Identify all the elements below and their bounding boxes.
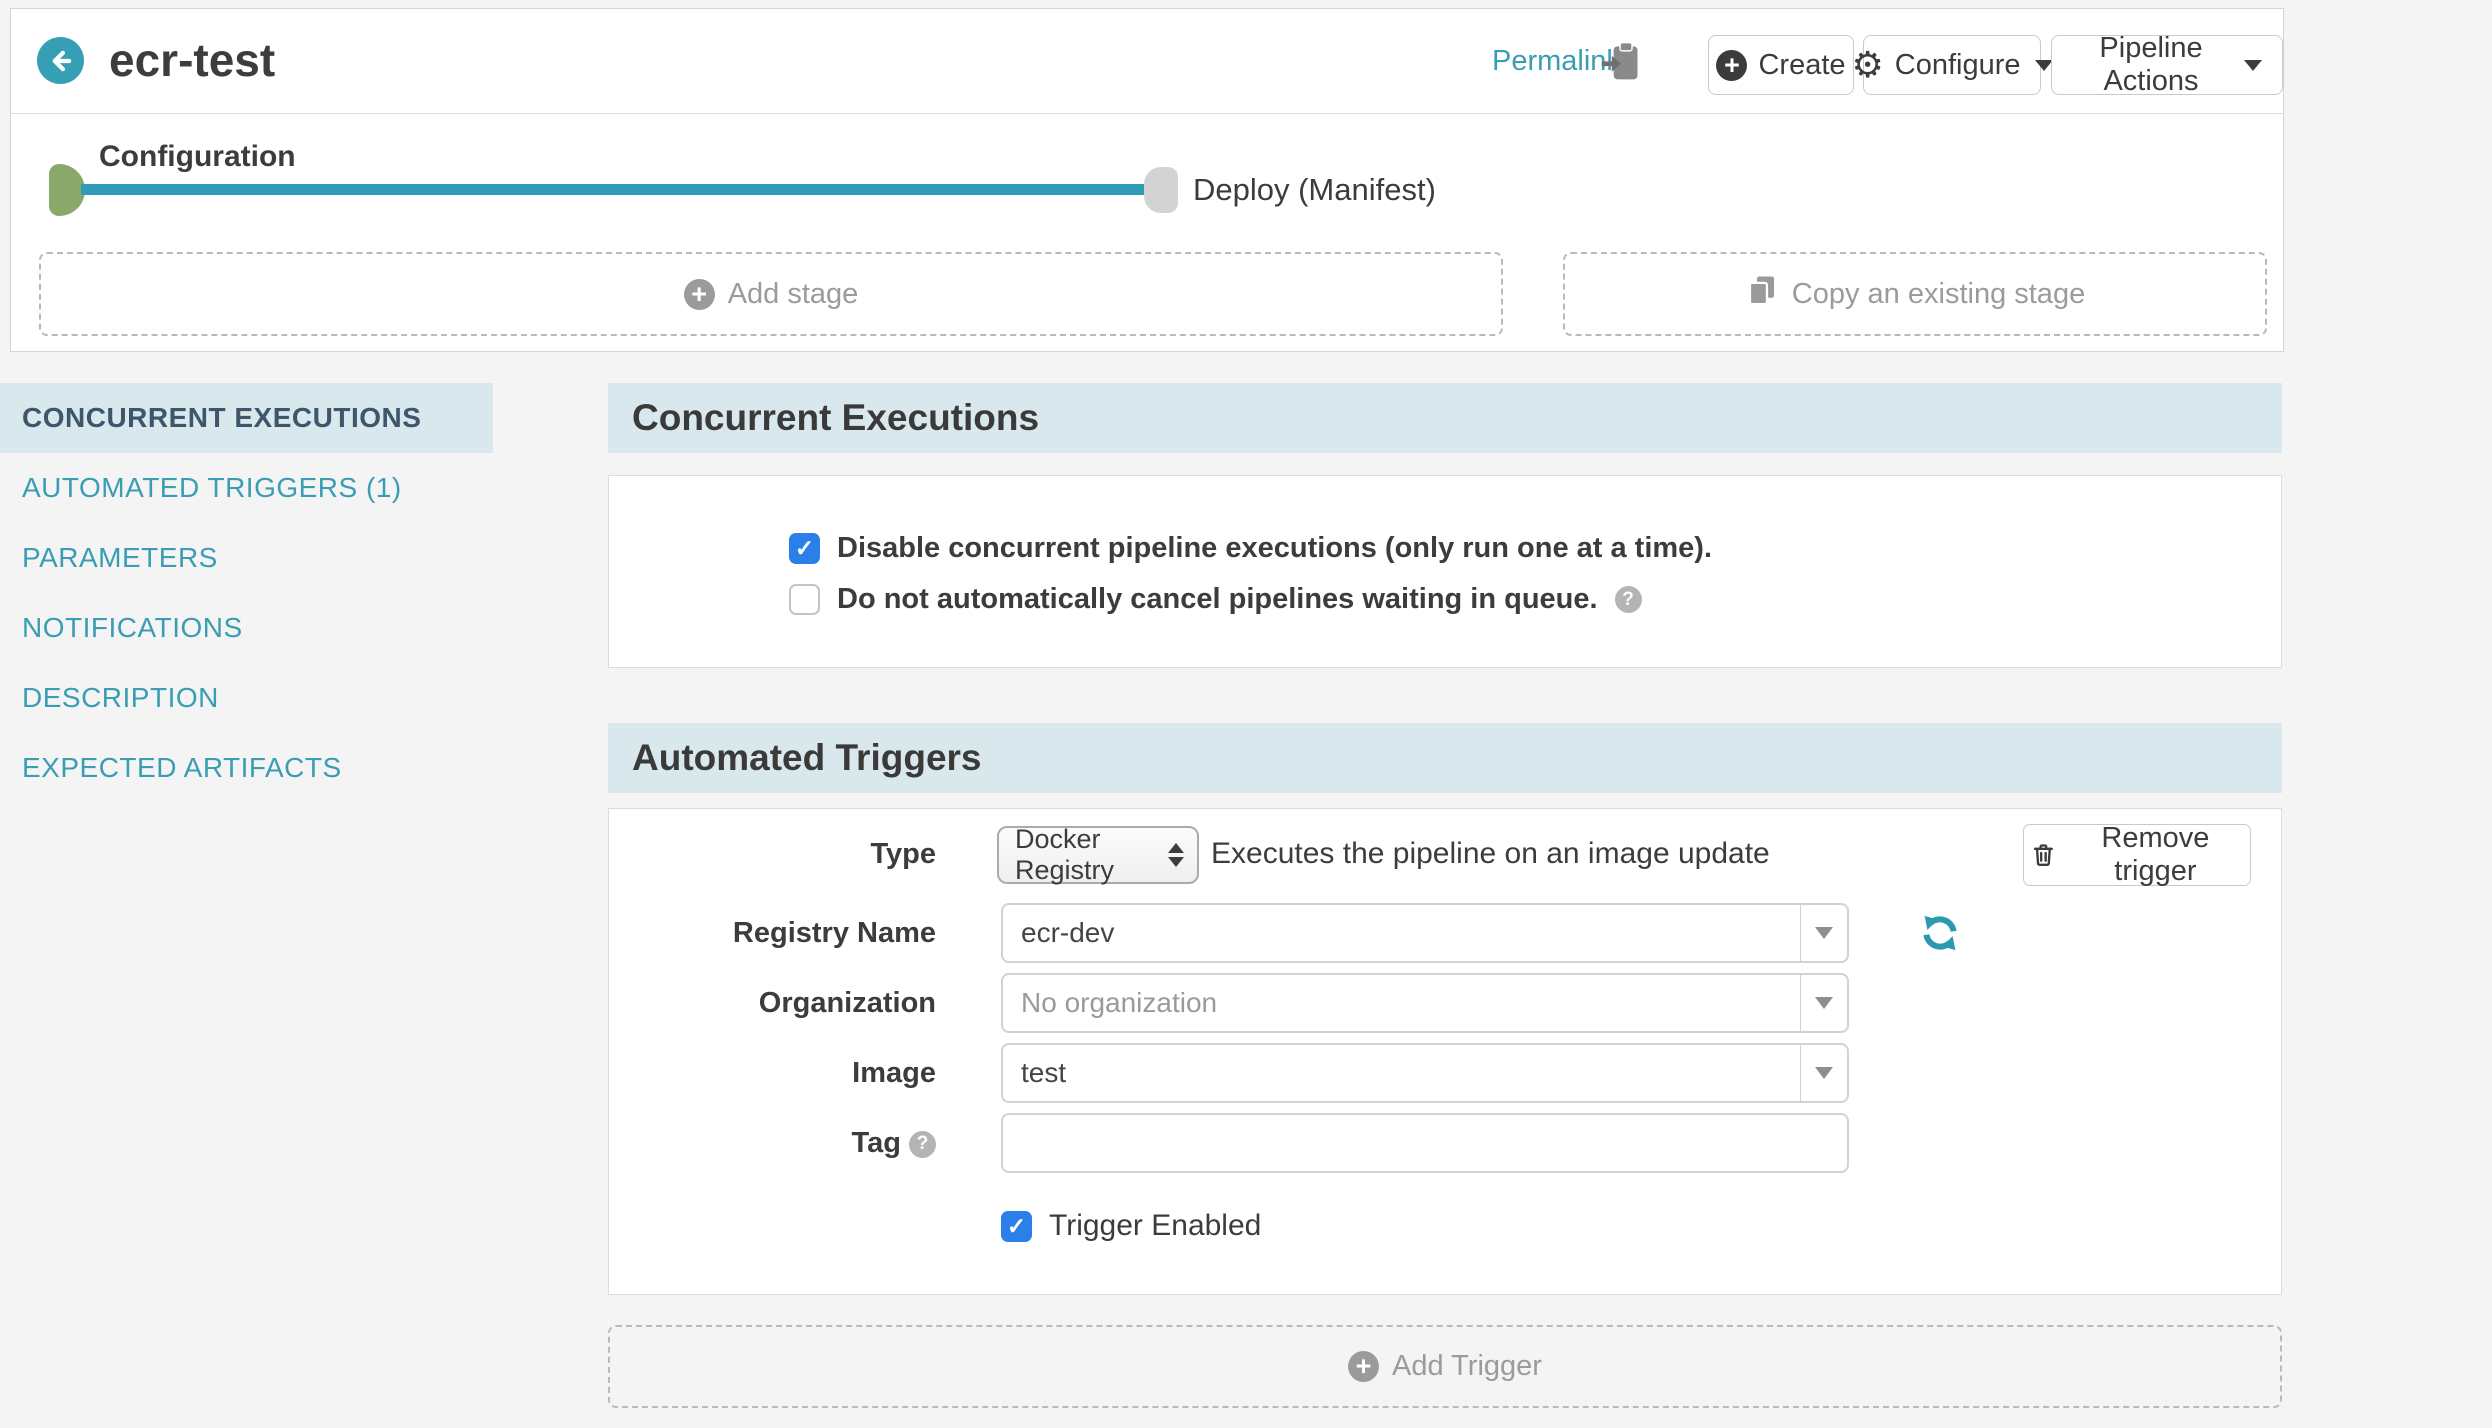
tag-input[interactable] (1001, 1113, 1849, 1173)
help-icon[interactable]: ? (909, 1131, 936, 1158)
registry-name-label: Registry Name (609, 903, 936, 963)
automated-trigger-card: Type Docker Registry Executes the pipeli… (608, 808, 2282, 1295)
dropdown-caret-icon (1800, 1045, 1847, 1101)
trigger-type-description: Executes the pipeline on an image update (1211, 809, 1770, 899)
create-button-label: Create (1758, 49, 1845, 82)
tag-row: Tag ? (609, 1113, 2281, 1173)
select-updown-icon (1168, 843, 1184, 867)
add-trigger-button[interactable]: + Add Trigger (608, 1325, 2282, 1408)
chevron-down-icon (2244, 60, 2262, 71)
remove-trigger-label: Remove trigger (2067, 822, 2244, 888)
image-value: test (1021, 1057, 1066, 1089)
plus-icon: + (1348, 1351, 1379, 1382)
trigger-enabled-label: Trigger Enabled (1049, 1209, 1261, 1243)
stage-label-deploy-manifest[interactable]: Deploy (Manifest) (1193, 172, 1436, 208)
sidebar-item-description[interactable]: DESCRIPTION (0, 663, 493, 733)
sidebar-item-concurrent-executions[interactable]: CONCURRENT EXECUTIONS (0, 383, 493, 453)
organization-placeholder: No organization (1021, 987, 1217, 1019)
pipeline-configuration-page: ecr-test Permalink + Create ⚙ Configure … (0, 0, 2492, 1428)
checkbox-checked-icon[interactable]: ✓ (1001, 1211, 1032, 1242)
copy-existing-stage-button[interactable]: Copy an existing stage (1563, 252, 2267, 336)
pipeline-header-card: ecr-test Permalink + Create ⚙ Configure … (10, 8, 2284, 352)
no-auto-cancel-queue-checkbox-row[interactable]: Do not automatically cancel pipelines wa… (789, 583, 1642, 616)
dropdown-caret-icon (1800, 975, 1847, 1031)
remove-trigger-button[interactable]: Remove trigger (2023, 824, 2251, 886)
concurrent-executions-card: ✓ Disable concurrent pipeline executions… (608, 475, 2282, 668)
disable-concurrent-executions-label: Disable concurrent pipeline executions (… (837, 532, 1712, 565)
image-select[interactable]: test (1001, 1043, 1849, 1103)
image-label: Image (609, 1043, 936, 1103)
registry-name-value: ecr-dev (1021, 917, 1114, 949)
sidebar-item-notifications[interactable]: NOTIFICATIONS (0, 593, 493, 663)
copy-existing-stage-label: Copy an existing stage (1792, 278, 2085, 311)
configure-button[interactable]: ⚙ Configure (1863, 35, 2041, 95)
type-label: Type (609, 809, 936, 899)
create-button[interactable]: + Create (1708, 35, 1854, 95)
stage-node-configuration[interactable] (49, 164, 85, 216)
gear-icon: ⚙ (1851, 47, 1883, 83)
checkbox-checked-icon[interactable]: ✓ (789, 533, 820, 564)
no-auto-cancel-queue-label: Do not automatically cancel pipelines wa… (837, 583, 1598, 616)
checkbox-unchecked-icon[interactable] (789, 584, 820, 615)
automated-triggers-section-header: Automated Triggers (608, 723, 2282, 793)
copy-icon (1745, 273, 1779, 315)
chevron-down-icon (2035, 60, 2053, 71)
help-icon[interactable]: ? (1615, 586, 1642, 613)
organization-row: Organization No organization (609, 973, 2281, 1033)
trigger-enabled-checkbox-row[interactable]: ✓ Trigger Enabled (1001, 1209, 1261, 1243)
trigger-type-row: Type Docker Registry Executes the pipeli… (609, 809, 2281, 899)
back-button[interactable] (37, 37, 84, 84)
organization-label: Organization (609, 973, 936, 1033)
refresh-icon (1919, 912, 1961, 954)
trash-icon (2030, 840, 2057, 870)
trigger-type-select[interactable]: Docker Registry (997, 826, 1199, 884)
dropdown-caret-icon (1800, 905, 1847, 961)
organization-select[interactable]: No organization (1001, 973, 1849, 1033)
pipeline-connector-line (81, 184, 1161, 195)
stage-label-configuration[interactable]: Configuration (99, 140, 296, 174)
concurrent-executions-section-header: Concurrent Executions (608, 383, 2282, 453)
sidebar-item-expected-artifacts[interactable]: EXPECTED ARTIFACTS (0, 733, 493, 803)
page-title: ecr-test (109, 9, 275, 111)
add-stage-button[interactable]: + Add stage (39, 252, 1503, 336)
image-row: Image test (609, 1043, 2281, 1103)
sidebar-item-parameters[interactable]: PARAMETERS (0, 523, 493, 593)
add-stage-label: Add stage (728, 278, 859, 311)
config-main: Concurrent Executions ✓ Disable concurre… (608, 383, 2282, 1408)
plus-icon: + (1716, 50, 1747, 81)
disable-concurrent-executions-checkbox-row[interactable]: ✓ Disable concurrent pipeline executions… (789, 532, 1712, 565)
registry-name-row: Registry Name ecr-dev (609, 903, 2281, 963)
pipeline-graph: Configuration Deploy (Manifest) + Add st… (11, 114, 2283, 352)
add-trigger-label: Add Trigger (1392, 1350, 1542, 1383)
config-sidebar: CONCURRENT EXECUTIONS AUTOMATED TRIGGERS… (0, 383, 493, 803)
plus-icon: + (684, 279, 715, 310)
configure-button-label: Configure (1895, 49, 2021, 82)
refresh-registries-button[interactable] (1919, 912, 1961, 954)
registry-name-select[interactable]: ecr-dev (1001, 903, 1849, 963)
stage-node-deploy-manifest[interactable] (1144, 167, 1178, 213)
app-header: ecr-test Permalink + Create ⚙ Configure … (11, 9, 2283, 114)
pipeline-actions-button[interactable]: Pipeline Actions (2051, 35, 2283, 95)
trigger-type-value: Docker Registry (1015, 824, 1168, 886)
tag-label: Tag ? (609, 1113, 936, 1173)
copy-to-clipboard-icon[interactable] (1599, 39, 1643, 83)
arrow-left-icon (46, 46, 76, 76)
pipeline-actions-label: Pipeline Actions (2072, 32, 2230, 98)
sidebar-item-automated-triggers[interactable]: AUTOMATED TRIGGERS (1) (0, 453, 493, 523)
